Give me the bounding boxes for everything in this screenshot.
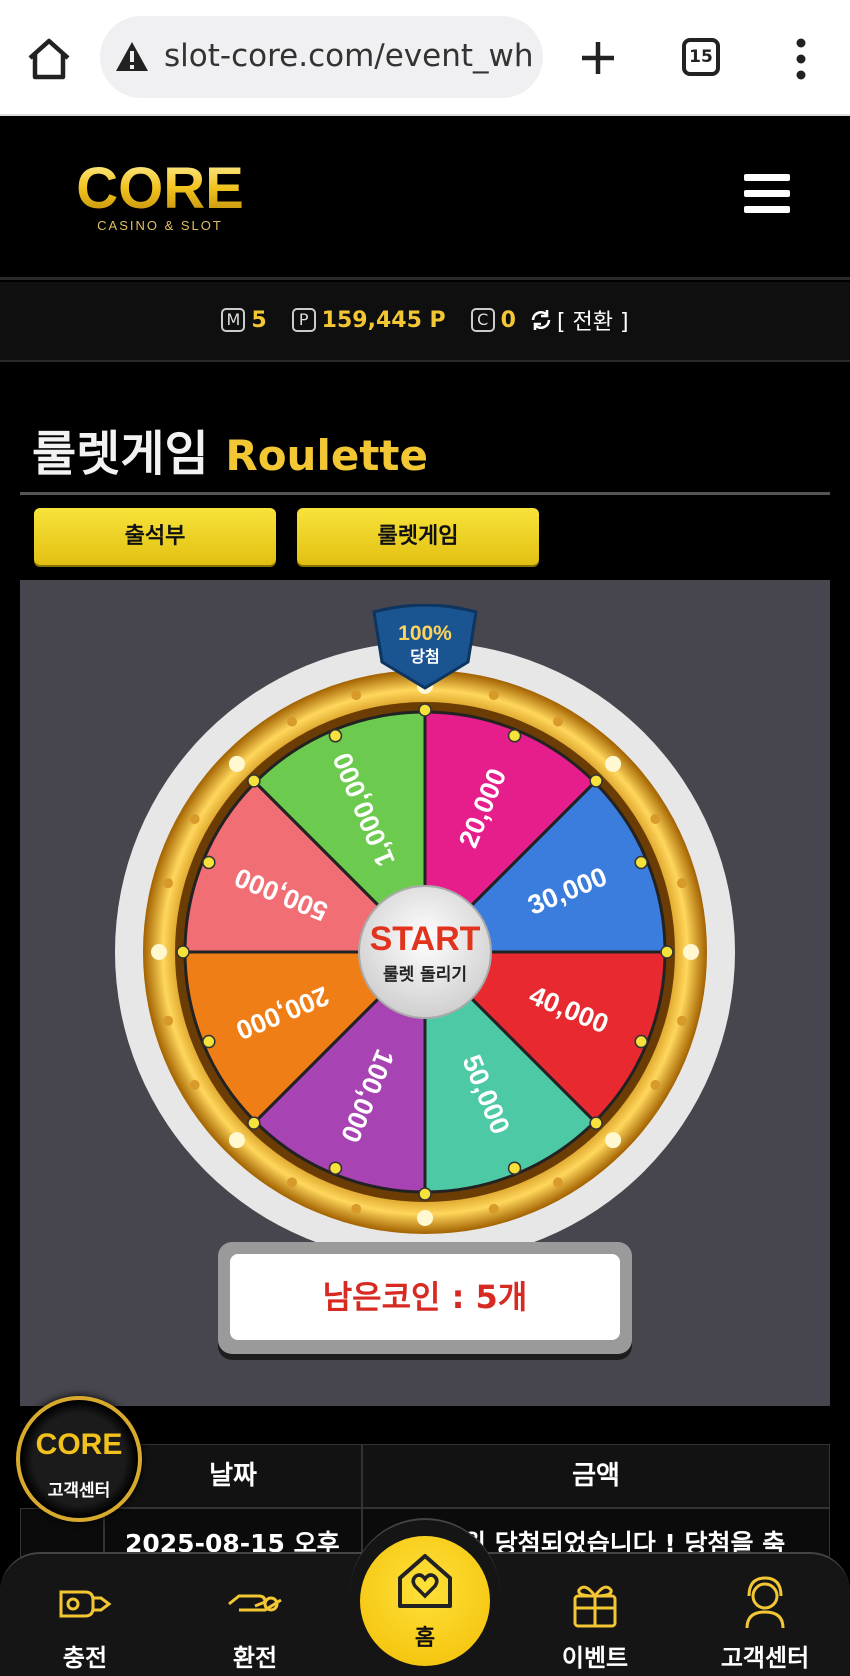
p-badge-icon: P [291,308,316,332]
rim-stud [605,1132,622,1149]
roulette-wheel[interactable]: 20,00030,00040,00050,000100,000200,00050… [112,604,738,1264]
page-title-en: Roulette [225,431,428,480]
rim-stud [151,944,167,960]
rim-stud [351,1203,362,1214]
start-sub-label[interactable]: 룰렛 돌리기 [383,965,467,985]
wheel-bulb [660,945,674,959]
rim-stud [163,878,174,889]
cs-label: 고객센터 [47,1481,111,1501]
deposit-icon [59,1590,112,1618]
address-bar[interactable]: slot-core.com/event_wheel [100,16,543,98]
wheel-bulb [589,774,603,788]
win-badge-text: 당첨 [410,647,439,666]
new-tab-icon[interactable] [574,34,622,82]
nav-withdraw-label: 환전 [232,1644,278,1672]
rim-stud [228,1132,245,1149]
rim-stud [676,878,687,889]
customer-service-badge[interactable]: CORE 고객센터 [16,1396,142,1522]
wheel-bulb [202,855,216,870]
home-icon[interactable] [24,34,74,84]
nav-deposit-label: 충전 [62,1644,108,1672]
wheel-bulb [507,1161,522,1175]
withdraw-icon [228,1594,282,1612]
title-divider [20,492,830,495]
rim-stud [650,814,661,824]
wheel-bulb [176,945,190,959]
wheel-bulb [247,1116,261,1130]
nav-event-label: 이벤트 [561,1644,629,1672]
home-heart-icon [398,1554,452,1608]
rim-stud [683,944,699,960]
wheel-bulb [418,703,432,717]
wheel-bulb [328,1161,343,1175]
wheel-bulb [202,1034,216,1049]
hamburger-menu-icon[interactable] [744,174,790,214]
points-bar: M5 P 159,445 P C0 [ 전환 ] [0,282,850,362]
browser-toolbar: slot-core.com/event_wheel 15 [0,0,850,116]
core-logo[interactable]: CORE CASINO & SLOT [60,158,260,238]
rim-stud [417,1210,433,1226]
tab-switcher-button[interactable]: 15 [682,38,720,76]
rim-stud [351,690,362,701]
rim-stud [189,814,200,824]
c-badge-icon: C [470,308,495,332]
svg-text:CORE: CORE [76,158,244,221]
tab-attendance[interactable]: 출석부 [34,508,276,565]
swap-link[interactable]: [ 전환 ] [557,310,629,335]
site-header: CORE CASINO & SLOT [0,118,850,280]
point-value: 159,445 P [321,307,446,333]
rim-stud [163,1015,174,1026]
rim-stud [189,1080,200,1090]
table-header-date: 날짜 [104,1444,362,1508]
tab-roulette[interactable]: 룰렛게임 [297,508,539,565]
wheel-bulb [634,1034,648,1049]
refresh-icon[interactable] [529,308,553,332]
win-badge-percent: 100% [398,622,452,645]
m-badge-icon: M [221,308,246,332]
coin-value: 0 [500,307,516,333]
wheel-bulb [634,855,648,870]
nav-home[interactable]: 홈 [360,1536,490,1666]
wheel-bulb [328,729,343,743]
cs-logo: CORE [36,1428,123,1460]
nav-deposit[interactable]: 충전 [10,1574,160,1674]
nav-support[interactable]: 고객센터 [690,1574,840,1674]
remaining-coins-label: 남은코인 : 5개 [230,1254,620,1340]
roulette-panel: 20,000 30,000 40,000 50,000 100,000 200,000 50… [20,580,830,1406]
more-options-icon[interactable] [784,36,818,82]
rim-stud [287,716,297,727]
rim-stud [605,755,622,772]
page-title: 룰렛게임 Roulette [32,414,428,484]
rim-stud [228,755,245,772]
table-header-amount: 금액 [362,1444,830,1508]
rim-stud [650,1080,661,1090]
rim-stud [488,1203,499,1214]
wheel-bulb [247,774,261,788]
rim-stud [553,716,563,727]
nav-support-label: 고객센터 [720,1644,810,1672]
m-value: 5 [251,307,267,333]
svg-text:CORE: CORE [36,1428,123,1460]
rim-stud [488,690,499,701]
nav-withdraw[interactable]: 환전 [180,1574,330,1674]
warning-icon[interactable] [114,40,150,74]
url-text: slot-core.com/event_wheel [164,38,534,74]
rim-stud [553,1177,563,1188]
wheel-bulb [589,1116,603,1130]
wheel-bulb [507,729,522,743]
page-title-ko: 룰렛게임 [32,426,209,482]
rim-stud [287,1177,297,1188]
nav-home-label: 홈 [414,1626,436,1651]
wheel-bulb [418,1187,432,1201]
svg-text:CASINO & SLOT: CASINO & SLOT [97,218,223,233]
remaining-coins-box: 남은코인 : 5개 [218,1242,632,1354]
rim-stud [676,1015,687,1026]
nav-event[interactable]: 이벤트 [520,1574,670,1674]
headset-icon [745,1576,785,1629]
start-label[interactable]: START [370,920,481,958]
gift-icon [573,1585,617,1628]
